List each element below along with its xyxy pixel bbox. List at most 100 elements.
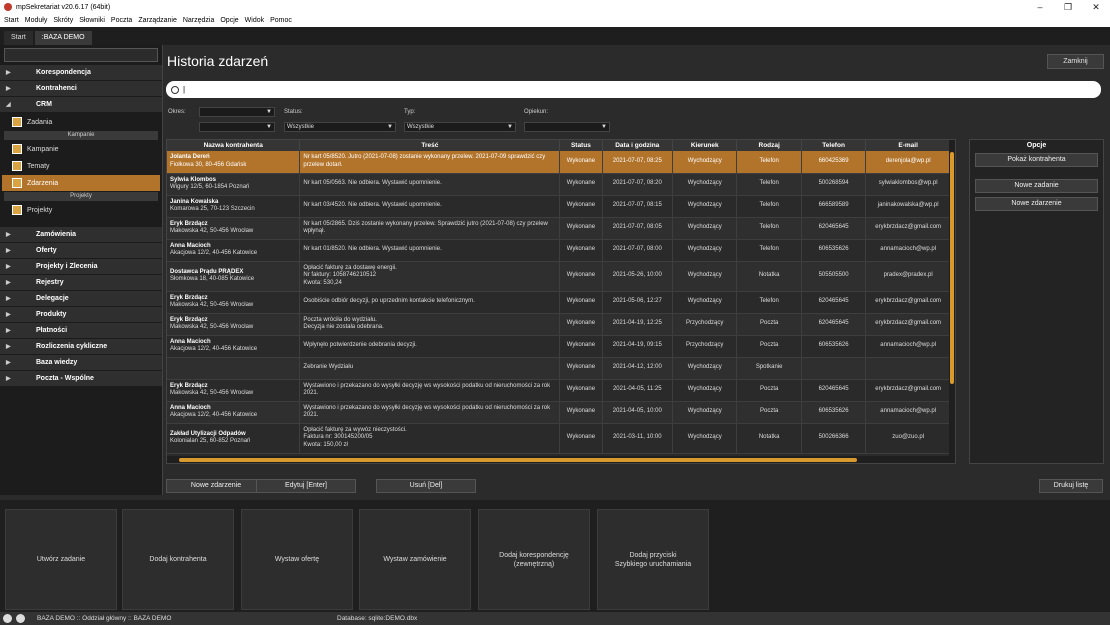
table-row[interactable]: Eryk Brzdącz Makowska 42, 50-456 Wrocław W… bbox=[167, 379, 951, 402]
show-contractor-button[interactable]: Pokaż kontrahenta bbox=[975, 153, 1098, 167]
sidebar-section-projekty-zlecenia[interactable]: ▶ Projekty i Zlecenia bbox=[0, 259, 162, 275]
sidebar-item-zadania[interactable]: Zadania bbox=[2, 114, 160, 130]
okres-to-select[interactable]: ▼ bbox=[199, 122, 275, 132]
opiekun-select[interactable]: ▼ bbox=[524, 122, 610, 132]
quick-launch-bar: Utwórz zadanie Dodaj kontrahenta Wystaw … bbox=[0, 500, 1110, 612]
quick-add-correspondence-button[interactable]: Dodaj korespondencję (zewnętrzną) bbox=[478, 509, 590, 610]
menu-skroty[interactable]: Skróty bbox=[53, 17, 73, 24]
contractor-name: Anna Macioch bbox=[170, 242, 211, 249]
app-icon bbox=[4, 3, 12, 11]
menu-moduly[interactable]: Moduły bbox=[25, 17, 48, 24]
sidebar-section-baza-wiedzy[interactable]: ▶ Baza wiedzy bbox=[0, 355, 162, 371]
cell-kierunek: Przychodzący bbox=[672, 313, 738, 336]
table-row[interactable]: Zakład Utylizacji Odpadów Kolonialan 25, … bbox=[167, 423, 951, 454]
new-task-button[interactable]: Nowe zadanie bbox=[975, 179, 1098, 193]
cell-telefon: 500268594 bbox=[801, 173, 867, 196]
scroll-thumb[interactable] bbox=[950, 152, 954, 384]
col-email[interactable]: E-mail bbox=[865, 140, 951, 151]
new-event-option-button[interactable]: Nowe zdarzenie bbox=[975, 197, 1098, 211]
table-row[interactable]: Anna Macioch Akacjowa 12/2, 40-456 Katowi… bbox=[167, 401, 951, 424]
sidebar-section-produkty[interactable]: ▶ Produkty bbox=[0, 307, 162, 323]
menu-poczta[interactable]: Poczta bbox=[111, 17, 132, 24]
table-row[interactable]: Eryk Brzdącz Makowska 42, 50-456 Wrocław P… bbox=[167, 313, 951, 336]
col-status[interactable]: Status bbox=[559, 140, 603, 151]
contractor-address: Makowska 42, 50-456 Wrocław bbox=[170, 390, 254, 396]
sidebar-section-rejestry[interactable]: ▶ Rejestry bbox=[0, 275, 162, 291]
sidebar-section-korespondencja[interactable]: ▶ Korespondencja bbox=[0, 65, 162, 81]
quick-create-task-button[interactable]: Utwórz zadanie bbox=[5, 509, 117, 610]
sidebar-section-crm[interactable]: ◢ CRM bbox=[0, 97, 162, 113]
col-data[interactable]: Data i godzina bbox=[602, 140, 674, 151]
typ-select[interactable]: Wszystkie ▼ bbox=[404, 122, 516, 132]
cell-email: erykbrzdacz@gmail.com bbox=[865, 217, 951, 240]
table-row[interactable]: Janina Kowalska Komarowa 25, 70-123 Szcze… bbox=[167, 195, 951, 218]
cell-rodzaj: Spotkanie bbox=[736, 357, 802, 380]
cell-kierunek: Wychodzący bbox=[672, 239, 738, 262]
quick-add-shortcut-button[interactable]: Dodaj przyciski Szybkiego uruchamiania bbox=[597, 509, 709, 610]
sidebar-search[interactable] bbox=[4, 48, 158, 62]
close-button[interactable]: Zamknij bbox=[1047, 54, 1104, 69]
sidebar-section-platnosci[interactable]: ▶ Płatności bbox=[0, 323, 162, 339]
status-bar: BAZA DEMO :: Oddział główny :: BAZA DEMO… bbox=[0, 612, 1110, 625]
col-rodzaj[interactable]: Rodzaj bbox=[736, 140, 802, 151]
quick-issue-order-button[interactable]: Wystaw zamówienie bbox=[359, 509, 471, 610]
menu-opcje[interactable]: Opcje bbox=[220, 17, 238, 24]
col-nazwa[interactable]: Nazwa kontrahenta bbox=[167, 140, 301, 151]
chevron-down-icon: ▼ bbox=[266, 124, 272, 130]
table-row[interactable]: Anna Macioch Akacjowa 12/2, 40-456 Katowi… bbox=[167, 335, 951, 358]
sidebar-section-rozliczenia[interactable]: ▶ Rozliczenia cykliczne bbox=[0, 339, 162, 355]
expand-icon: ▶ bbox=[6, 312, 11, 318]
cell-data: 2021-05-06, 12:27 bbox=[602, 291, 674, 314]
search-input[interactable] bbox=[183, 85, 1063, 94]
quick-add-contractor-button[interactable]: Dodaj kontrahenta bbox=[122, 509, 234, 610]
contractor-name: Anna Macioch bbox=[170, 338, 211, 345]
menu-zarzadzanie[interactable]: Zarządzanie bbox=[138, 17, 177, 24]
table-row[interactable]: Dostawca Prądu PRĄDEX Słomkowa 18, 40-085… bbox=[167, 261, 951, 292]
menu-widok[interactable]: Widok bbox=[245, 17, 264, 24]
maximize-button[interactable]: ❐ bbox=[1054, 0, 1082, 14]
col-telefon[interactable]: Telefon bbox=[801, 140, 867, 151]
edit-button[interactable]: Edytuj [Enter] bbox=[256, 479, 356, 493]
tab-start[interactable]: Start bbox=[4, 31, 33, 45]
print-list-button[interactable]: Drukuj listę bbox=[1039, 479, 1103, 493]
sidebar-item-tematy[interactable]: Tematy bbox=[2, 158, 160, 174]
close-window-button[interactable]: ✕ bbox=[1082, 0, 1110, 14]
new-event-button[interactable]: Nowe zdarzenie bbox=[166, 479, 266, 493]
okres-from-select[interactable]: ▼ bbox=[199, 107, 275, 117]
cell-data: 2021-04-19, 12:25 bbox=[602, 313, 674, 336]
scroll-thumb[interactable] bbox=[179, 458, 857, 462]
sidebar-item-kampanie[interactable]: Kampanie bbox=[2, 141, 160, 157]
cell-telefon bbox=[801, 357, 867, 380]
col-kierunek[interactable]: Kierunek bbox=[672, 140, 738, 151]
cell-tresc: Wystawiono i przekazano do wysyłki decyz… bbox=[299, 379, 561, 402]
tab-baza-demo[interactable]: :BAZA DEMO bbox=[34, 31, 92, 45]
status-select[interactable]: Wszystkie ▼ bbox=[284, 122, 396, 132]
col-tresc[interactable]: Treść bbox=[299, 140, 561, 151]
vertical-scrollbar[interactable] bbox=[949, 140, 955, 463]
sidebar-section-oferty[interactable]: ▶ Oferty bbox=[0, 243, 162, 259]
sidebar-section-poczta-wspolne[interactable]: ▶ Poczta - Wspólne bbox=[0, 371, 162, 387]
table-row[interactable]: Jolanta Dereń Fiołkowa 30, 80-456 Gdańsk N… bbox=[167, 151, 951, 174]
horizontal-scrollbar[interactable] bbox=[167, 456, 951, 463]
cell-telefon: 606535626 bbox=[801, 239, 867, 262]
cell-nazwa: Anna Macioch Akacjowa 12/2, 40-456 Katowi… bbox=[167, 335, 301, 358]
menu-narzedzia[interactable]: Narzędzia bbox=[183, 17, 215, 24]
table-row[interactable]: Zebranie Wydziału Wykonane 2021-04-12, 12:… bbox=[167, 357, 951, 380]
menu-pomoc[interactable]: Pomoc bbox=[270, 17, 292, 24]
table-row[interactable]: Anna Macioch Akacjowa 12/2, 40-456 Katowi… bbox=[167, 239, 951, 262]
sidebar-item-projekty[interactable]: Projekty bbox=[2, 202, 160, 218]
sidebar-section-delegacje[interactable]: ▶ Delegacje bbox=[0, 291, 162, 307]
search-bar bbox=[166, 81, 1101, 98]
sidebar-item-zdarzenia[interactable]: Zdarzenia bbox=[2, 175, 160, 191]
table-row[interactable]: Eryk Brzdącz Makowska 42, 50-456 Wrocław O… bbox=[167, 291, 951, 314]
table-row[interactable]: Sylwia Klombos Wigury 12/5, 60-1854 Pozna… bbox=[167, 173, 951, 196]
menu-slowniki[interactable]: Słowniki bbox=[79, 17, 105, 24]
delete-button[interactable]: Usuń [Del] bbox=[376, 479, 476, 493]
menu-start[interactable]: Start bbox=[4, 17, 19, 24]
cell-nazwa: Eryk Brzdącz Makowska 42, 50-456 Wrocław bbox=[167, 313, 301, 336]
table-row[interactable]: Eryk Brzdącz Makowska 42, 50-456 Wrocław N… bbox=[167, 217, 951, 240]
quick-issue-offer-button[interactable]: Wystaw ofertę bbox=[241, 509, 353, 610]
sidebar-section-zamowienia[interactable]: ▶ Zamówienia bbox=[0, 227, 162, 243]
sidebar-section-kontrahenci[interactable]: ▶ Kontrahenci bbox=[0, 81, 162, 97]
minimize-button[interactable]: – bbox=[1026, 0, 1054, 14]
